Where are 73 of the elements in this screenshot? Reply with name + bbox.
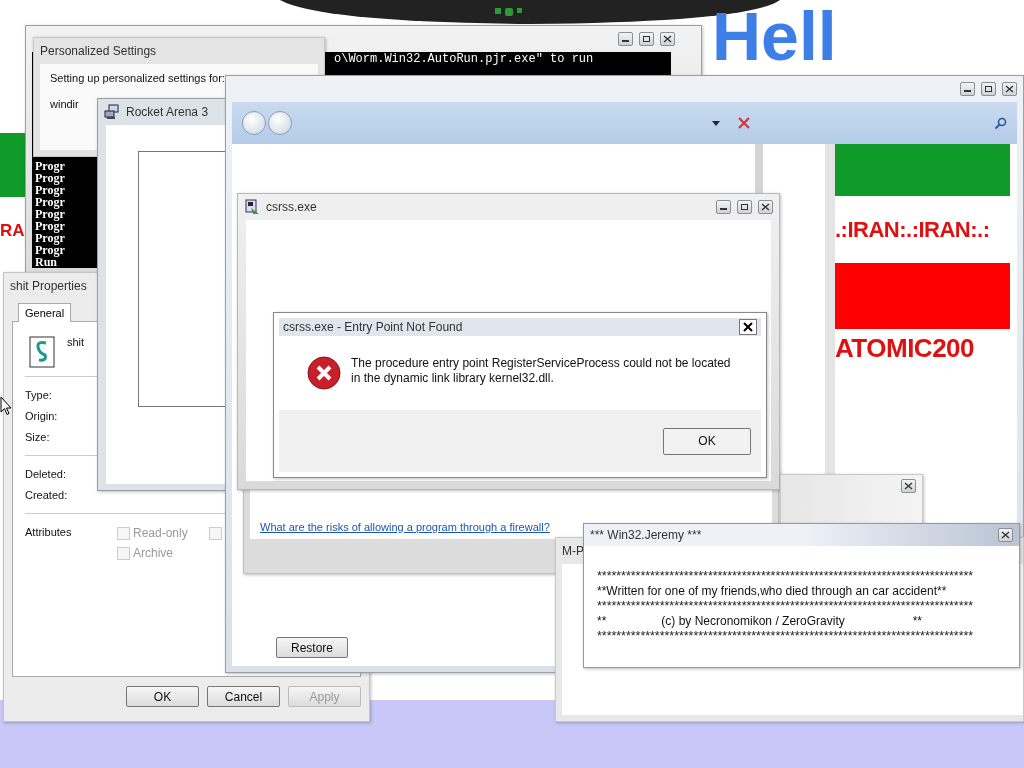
- minimize-button[interactable]: [960, 82, 975, 96]
- console-line: Progr: [35, 196, 65, 208]
- message-line: **Written for one of my friends,who died through an car accident**: [597, 584, 948, 599]
- console-line: Progr: [35, 208, 65, 220]
- user-name: windir: [50, 98, 79, 110]
- minimize-button[interactable]: [716, 200, 731, 214]
- search-icon[interactable]: [994, 116, 1007, 130]
- attributes-label: Attributes: [25, 526, 73, 538]
- program-icon: [244, 199, 260, 215]
- star-line: ******************************************************************************: [597, 570, 975, 583]
- dialog-button[interactable]: OK: [126, 686, 199, 707]
- star-line: ******************************************************************************: [597, 600, 975, 613]
- window-title: *** Win32.Jeremy ***: [590, 528, 702, 542]
- file-name: shit: [67, 336, 85, 348]
- star-line: ******************************************************************************: [597, 630, 975, 643]
- error-message: The procedure entry point RegisterServiceProcess could not be located in the dynamic link library kernel32.dll.: [351, 356, 732, 387]
- stop-icon[interactable]: [738, 117, 750, 129]
- maximize-icon: [984, 85, 993, 93]
- window-title: csrss.exe - Entry Point Not Found: [283, 320, 463, 334]
- console-line: Progr: [35, 220, 65, 232]
- checkbox-label: Archive: [133, 546, 173, 560]
- settings-message: Setting up personalized settings for:: [50, 72, 225, 84]
- close-icon: [1005, 85, 1014, 93]
- help-link[interactable]: What are the risks of allowing a program through a firewall?: [260, 521, 550, 533]
- checkbox-label: Read-only: [133, 526, 188, 540]
- ok-button[interactable]: OK: [663, 427, 751, 455]
- window-title: Personalized Settings: [40, 44, 157, 58]
- close-icon: [663, 35, 672, 43]
- minimize-button[interactable]: [618, 32, 633, 46]
- banner-text: .:IRAN:.:IRAN:.:: [835, 215, 991, 244]
- star-mark: **: [597, 614, 607, 629]
- restore-button[interactable]: Restore: [276, 637, 348, 658]
- caret-icon[interactable]: [712, 120, 720, 126]
- field-label: Created:: [25, 489, 68, 501]
- field-label: Origin:: [25, 410, 58, 422]
- window-title: Rocket Arena 3: [126, 105, 209, 119]
- close-button[interactable]: [998, 528, 1013, 542]
- maximize-button[interactable]: [639, 32, 654, 46]
- field-label: Size:: [25, 431, 50, 443]
- star-mark: **: [912, 614, 922, 629]
- close-icon: [1001, 531, 1010, 539]
- close-icon: [904, 482, 913, 490]
- close-button[interactable]: [758, 200, 773, 214]
- console-line: Run: [35, 256, 57, 268]
- script-file-icon: [29, 336, 55, 368]
- console-line: Progr: [35, 172, 65, 184]
- window-title: csrss.exe: [266, 200, 317, 214]
- field-label: Type:: [25, 389, 52, 401]
- maximize-icon: [740, 203, 749, 211]
- field-label: Deleted:: [25, 468, 66, 480]
- close-button[interactable]: [739, 319, 757, 335]
- maximize-button[interactable]: [737, 200, 752, 214]
- console-line: Progr: [35, 232, 65, 244]
- window-title: shit Properties: [10, 279, 87, 293]
- banner-text: RA: [0, 221, 25, 241]
- close-button[interactable]: [1002, 82, 1017, 96]
- console-line: Progr: [35, 160, 65, 172]
- page-heading: Hell: [712, 2, 837, 70]
- console-line: Progr: [35, 244, 65, 256]
- error-icon: [307, 356, 341, 390]
- console-line: Progr: [35, 184, 65, 196]
- maximize-icon: [642, 35, 651, 43]
- close-icon: [761, 203, 770, 211]
- window-title: M-P: [562, 544, 584, 558]
- dialog-button[interactable]: Cancel: [207, 686, 280, 707]
- maximize-button[interactable]: [981, 82, 996, 96]
- banner-text: ATOMIC200: [835, 332, 976, 364]
- credit-line: (c) by Necronomikon / ZeroGravity: [661, 614, 846, 629]
- close-button[interactable]: [660, 32, 675, 46]
- close-button[interactable]: [901, 479, 916, 493]
- tab[interactable]: General: [18, 303, 72, 322]
- computer-icon: [104, 104, 120, 120]
- console-line: o\Worm.Win32.AutoRun.pjr.exe" to run: [334, 52, 594, 66]
